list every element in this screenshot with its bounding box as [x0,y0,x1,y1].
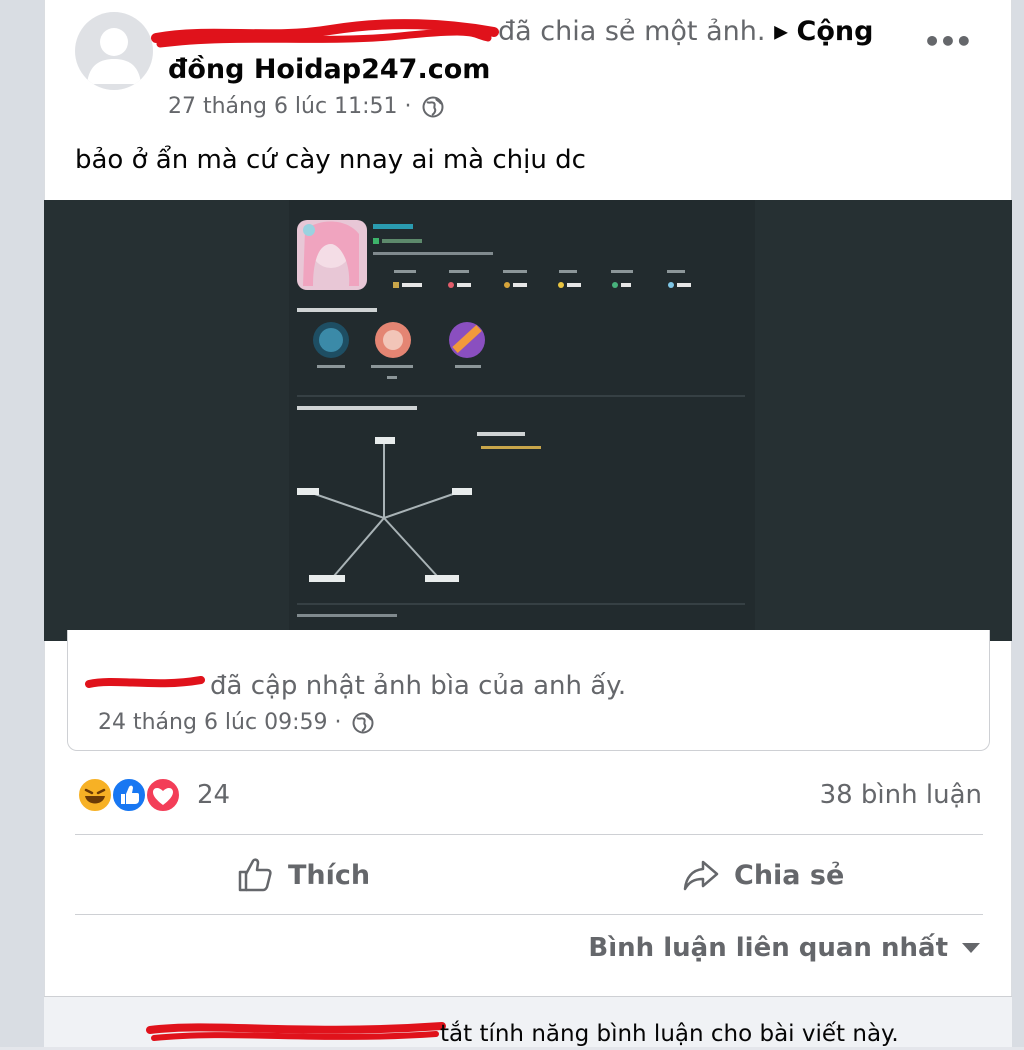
comment-sort-label[interactable]: Bình luận liên quan nhất [588,930,948,966]
like-label[interactable]: Thích [288,860,370,891]
profile-screenshot-graphic [297,220,745,637]
shared-author-redaction [85,676,205,688]
globe-icon [422,96,444,118]
shared-timestamp-text[interactable]: 24 tháng 6 lúc 09:59 · [98,710,341,735]
default-avatar-icon [87,28,141,84]
share-label[interactable]: Chia sẻ [734,860,844,891]
reaction-count[interactable]: 24 [197,778,230,812]
actions-divider [75,914,983,915]
post-timestamp-text[interactable]: 27 tháng 6 lúc 11:51 · [168,94,411,119]
profile-screenshot [289,200,755,641]
post-photo[interactable] [44,200,1012,641]
shared-post-timestamp[interactable]: 24 tháng 6 lúc 09:59 · [98,708,374,738]
post-options-button[interactable]: ••• [922,28,973,64]
post-text: bảo ở ẩn mà cứ cày nnay ai mà chịu dc [75,145,586,175]
thumbs-up-icon [238,858,272,892]
group-link-continued[interactable]: đồng Hoidap247.com [168,52,490,88]
haha-reaction-icon [77,777,113,813]
comments-disabled-text: tắt tính năng bình luận cho bài viết này… [440,1021,899,1047]
share-button[interactable]: Chia sẻ [682,852,844,898]
caret-down-icon [962,943,980,953]
comment-sort-dropdown[interactable]: Bình luận liên quan nhất [588,930,980,966]
share-arrow-icon [683,860,719,891]
shared-post-title: đã cập nhật ảnh bìa của anh ấy. [210,671,627,701]
stats-divider [75,834,983,835]
globe-icon [352,712,374,734]
group-arrow-icon: ▶ [774,21,788,43]
feed-background-right [1012,0,1024,1047]
group-link[interactable]: Cộng [797,16,874,47]
post-header: đã chia sẻ một ảnh. ▶ Cộng [168,14,928,51]
post-timestamp[interactable]: 27 tháng 6 lúc 11:51 · [168,92,444,122]
author-avatar[interactable] [75,12,153,90]
like-button[interactable]: Thích [236,852,370,898]
comment-count[interactable]: 38 bình luận [820,778,982,812]
bottom-redaction [146,1022,446,1041]
feed-background-left [0,0,44,1047]
author-action-text: đã chia sẻ một ảnh. [498,16,766,47]
reactions-summary[interactable] [77,776,187,814]
